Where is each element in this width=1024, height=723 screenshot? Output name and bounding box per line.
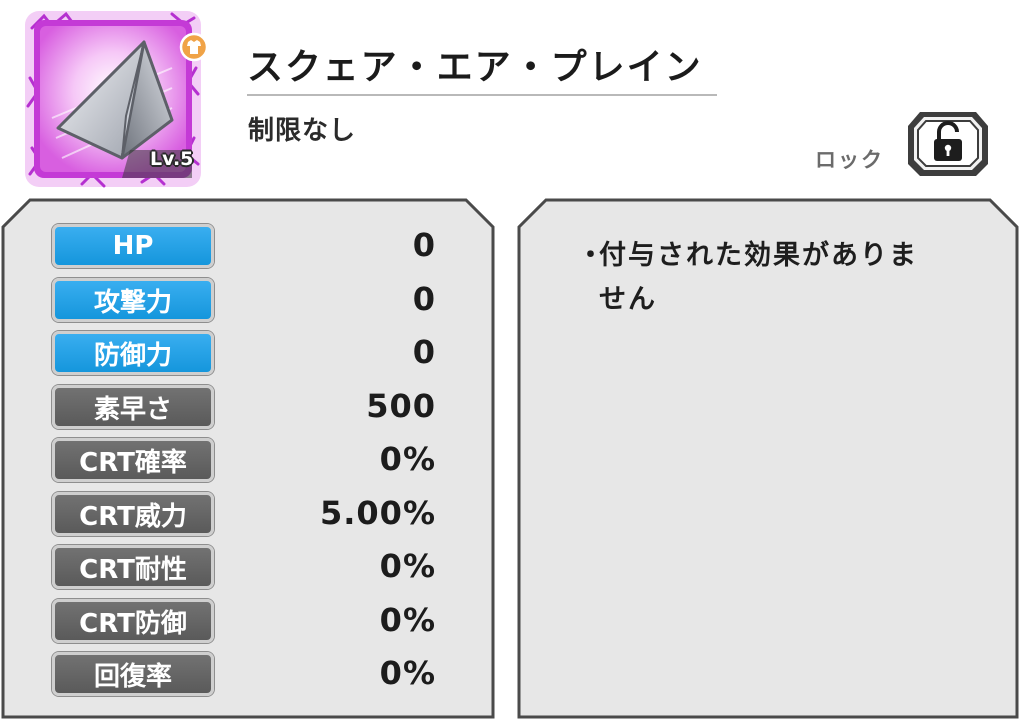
stat-value: 0 (412, 333, 436, 371)
stat-value: 0% (379, 547, 436, 585)
stat-value: 0% (379, 601, 436, 639)
stat-label: 回復率 (52, 652, 214, 696)
lock-label: ロック (815, 148, 884, 172)
stat-row: 攻撃力 0 (52, 278, 442, 322)
shirt-icon (179, 32, 209, 62)
stat-row: CRT確率 0% (52, 438, 442, 482)
item-level: Lv.5 (150, 148, 194, 170)
effect-bullet: ・ (577, 240, 606, 271)
stat-label: 素早さ (52, 385, 214, 429)
stat-label: 攻撃力 (52, 278, 214, 322)
stat-row: CRT威力 5.00% (52, 492, 442, 536)
stat-label: CRT耐性 (52, 545, 214, 589)
stat-row: CRT耐性 0% (52, 545, 442, 589)
stat-value: 5.00% (319, 494, 436, 532)
stat-label: CRT防御 (52, 599, 214, 643)
lock-button[interactable] (906, 108, 990, 178)
stat-label: CRT確率 (52, 438, 214, 482)
stat-row: CRT防御 0% (52, 599, 442, 643)
stat-value: 0 (412, 280, 436, 318)
stat-row: 防御力 0 (52, 331, 442, 375)
name-divider (247, 94, 717, 96)
stat-row: 回復率 0% (52, 652, 442, 696)
item-name: スクェア・エア・プレイン (247, 47, 703, 88)
item-icon-frame: Lv.5 (22, 8, 209, 190)
unlocked-padlock-icon (908, 112, 988, 176)
stat-value: 0% (379, 440, 436, 478)
stat-label: 防御力 (52, 331, 214, 375)
stat-row: 素早さ 500 (52, 385, 442, 429)
restriction-text: 制限なし (248, 116, 357, 146)
stat-row: HP 0 (52, 224, 442, 268)
stat-label: CRT威力 (52, 492, 214, 536)
stat-value: 0% (379, 654, 436, 692)
stat-value: 0 (412, 226, 436, 264)
effect-description: ・ 付与された効果がありません (577, 234, 927, 322)
effect-text: 付与された効果がありません (599, 240, 918, 315)
stat-label: HP (52, 224, 214, 268)
stat-value: 500 (366, 387, 436, 425)
